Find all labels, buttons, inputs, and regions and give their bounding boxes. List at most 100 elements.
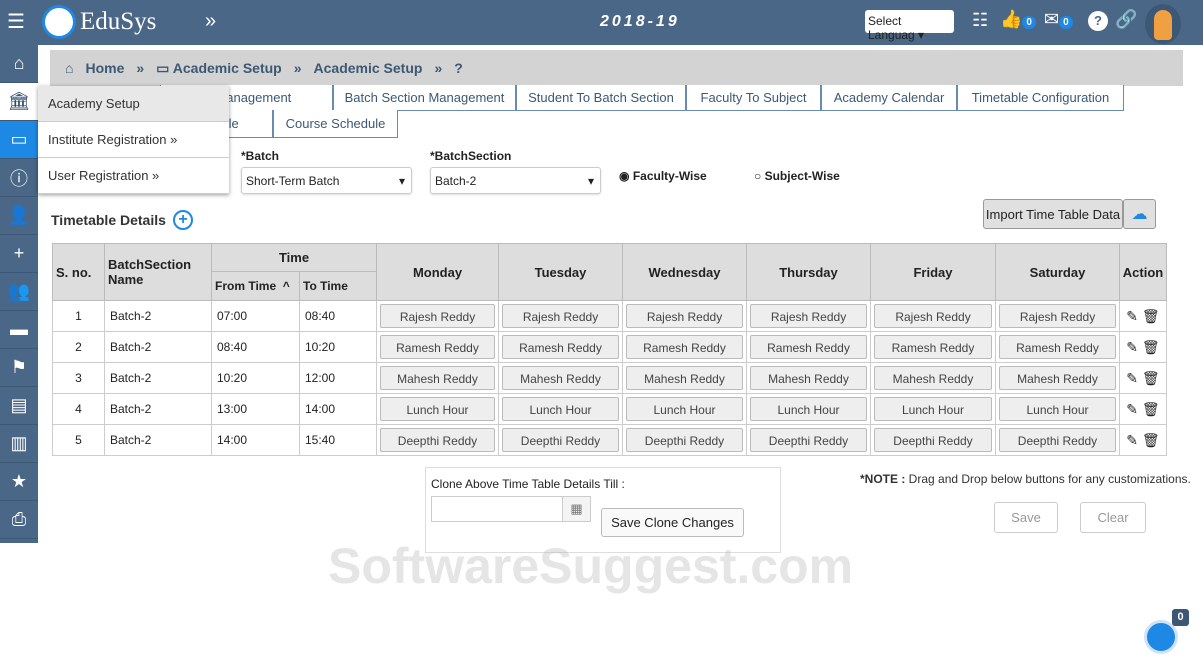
faculty-slot-button[interactable]: Ramesh Reddy <box>380 335 495 359</box>
star-icon[interactable]: ★ <box>0 463 38 501</box>
faculty-slot-button[interactable]: Rajesh Reddy <box>626 304 743 328</box>
faculty-slot-button[interactable]: Rajesh Reddy <box>750 304 867 328</box>
trash-icon[interactable]: 🗑 <box>1142 432 1160 448</box>
language-select[interactable]: Select Languag ▾ <box>865 10 954 42</box>
breadcrumb-separator: » <box>434 60 443 76</box>
calendar-icon[interactable]: ▦ <box>562 496 591 522</box>
breadcrumb-home[interactable]: Home <box>85 60 124 76</box>
trash-icon[interactable]: 🗑 <box>1142 339 1160 355</box>
col-time: Time <box>211 243 377 272</box>
clear-button[interactable]: Clear <box>1080 502 1146 533</box>
help-icon[interactable]: ? <box>1088 11 1108 31</box>
avatar[interactable] <box>1145 4 1181 44</box>
users-icon[interactable]: 👥 <box>0 273 38 311</box>
hamburger-menu-icon[interactable]: ☰ <box>7 12 25 32</box>
cell-batch-section: Batch-2 <box>104 331 212 363</box>
info-icon[interactable]: ⓘ <box>0 159 38 197</box>
cell-day: Mahesh Reddy <box>622 362 747 394</box>
app-name: EduSys <box>80 8 157 35</box>
faculty-slot-button[interactable]: Rajesh Reddy <box>999 304 1116 328</box>
col-from-time[interactable]: From Time ^ <box>211 271 300 301</box>
print-icon[interactable]: ⎙ <box>0 501 38 539</box>
faculty-slot-button[interactable]: Ramesh Reddy <box>750 335 867 359</box>
breadcrumb-academic-setup[interactable]: ▭ Academic Setup <box>156 60 282 77</box>
link-icon[interactable]: 🔗 <box>1115 9 1137 30</box>
faculty-slot-button[interactable]: Lunch Hour <box>750 397 867 421</box>
cell-day: Lunch Hour <box>746 393 871 425</box>
save-button[interactable]: Save <box>994 502 1058 533</box>
faculty-slot-button[interactable]: Deepthi Reddy <box>502 428 619 452</box>
add-row-icon[interactable]: + <box>173 210 193 230</box>
faculty-slot-button[interactable]: Lunch Hour <box>380 397 495 421</box>
monitor-icon[interactable]: ▭ <box>0 121 38 159</box>
faculty-slot-button[interactable]: Mahesh Reddy <box>999 366 1116 390</box>
import-timetable-button[interactable]: Import Time Table Data <box>983 199 1123 229</box>
document-icon[interactable]: ▤ <box>0 387 38 425</box>
bank-icon[interactable]: 🏛 <box>0 83 38 121</box>
faculty-slot-button[interactable]: Deepthi Reddy <box>626 428 743 452</box>
batch-select[interactable]: Short-Term Batch ▾ <box>241 167 412 194</box>
faculty-slot-button[interactable]: Mahesh Reddy <box>626 366 743 390</box>
edit-pencil-icon[interactable]: ✎ <box>1126 308 1138 324</box>
faculty-wise-radio[interactable]: ◉ Faculty-Wise <box>619 169 707 183</box>
batch-section-select[interactable]: Batch-2 ▾ <box>430 167 601 194</box>
menu-item-user-registration[interactable]: User Registration » <box>38 158 229 194</box>
user-icon[interactable]: 👤 <box>0 197 38 235</box>
faculty-slot-button[interactable]: Mahesh Reddy <box>502 366 619 390</box>
cell-day: Mahesh Reddy <box>746 362 871 394</box>
trash-icon[interactable]: 🗑 <box>1142 308 1160 324</box>
trash-icon[interactable]: 🗑 <box>1142 370 1160 386</box>
faculty-slot-button[interactable]: Ramesh Reddy <box>999 335 1116 359</box>
indent-icon[interactable]: ☷ <box>972 10 988 31</box>
expand-icon[interactable]: » <box>205 10 216 33</box>
add-user-icon[interactable]: + <box>0 235 38 273</box>
faculty-slot-button[interactable]: Lunch Hour <box>999 397 1116 421</box>
faculty-slot-button[interactable]: Rajesh Reddy <box>380 304 495 328</box>
edit-pencil-icon[interactable]: ✎ <box>1126 370 1138 386</box>
tab-course-schedule[interactable]: Course Schedule <box>273 110 398 138</box>
edit-pencil-icon[interactable]: ✎ <box>1126 432 1138 448</box>
tab-timetable-configuration[interactable]: Timetable Configuration <box>957 85 1124 111</box>
breadcrumb-help[interactable]: ? <box>454 60 463 76</box>
faculty-slot-button[interactable]: Mahesh Reddy <box>380 366 495 390</box>
tab-academy-calendar[interactable]: Academy Calendar <box>821 85 957 111</box>
faculty-slot-button[interactable]: Deepthi Reddy <box>999 428 1116 452</box>
edit-pencil-icon[interactable]: ✎ <box>1126 401 1138 417</box>
table-row: 2 Batch-2 08:40 10:20 Ramesh Reddy Ramesh … <box>52 331 1167 363</box>
sort-up-icon: ^ <box>282 279 290 293</box>
faculty-slot-button[interactable]: Rajesh Reddy <box>874 304 992 328</box>
thumbs-up-icon[interactable]: 👍 0 <box>1000 9 1036 30</box>
faculty-slot-button[interactable]: Lunch Hour <box>502 397 619 421</box>
faculty-slot-button[interactable]: Lunch Hour <box>874 397 992 421</box>
faculty-slot-button[interactable]: Deepthi Reddy <box>874 428 992 452</box>
save-clone-changes-button[interactable]: Save Clone Changes <box>601 508 744 537</box>
tab-faculty-to-subject[interactable]: Faculty To Subject <box>686 85 821 111</box>
batch-section-label: *BatchSection <box>430 149 512 163</box>
faculty-slot-button[interactable]: Ramesh Reddy <box>874 335 992 359</box>
faculty-slot-button[interactable]: Mahesh Reddy <box>750 366 867 390</box>
tab-batch-section-management[interactable]: Batch Section Management <box>333 85 516 111</box>
tab-student-to-batch-section[interactable]: Student To Batch Section <box>516 85 686 111</box>
subject-wise-radio[interactable]: ○ Subject-Wise <box>754 169 840 183</box>
edit-pencil-icon[interactable]: ✎ <box>1126 339 1138 355</box>
faculty-slot-button[interactable]: Deepthi Reddy <box>750 428 867 452</box>
faculty-slot-button[interactable]: Lunch Hour <box>626 397 743 421</box>
cell-action: ✎ 🗑 <box>1119 393 1167 425</box>
faculty-slot-button[interactable]: Mahesh Reddy <box>874 366 992 390</box>
book-icon[interactable]: ▥ <box>0 425 38 463</box>
card-icon[interactable]: ▬ <box>0 311 38 349</box>
cell-day: Mahesh Reddy <box>498 362 623 394</box>
menu-item-academy-setup[interactable]: Academy Setup <box>38 86 229 122</box>
trash-icon[interactable]: 🗑 <box>1142 401 1160 417</box>
menu-item-institute-registration[interactable]: Institute Registration » <box>38 122 229 158</box>
faculty-slot-button[interactable]: Deepthi Reddy <box>380 428 495 452</box>
faculty-slot-button[interactable]: Ramesh Reddy <box>502 335 619 359</box>
col-batch-section: BatchSection Name <box>104 243 212 301</box>
faculty-slot-button[interactable]: Ramesh Reddy <box>626 335 743 359</box>
mail-icon[interactable]: ✉ 0 <box>1044 9 1073 30</box>
faculty-slot-button[interactable]: Rajesh Reddy <box>502 304 619 328</box>
cell-day: Rajesh Reddy <box>498 300 623 332</box>
cloud-upload-icon[interactable]: ☁ <box>1123 199 1156 229</box>
home-icon[interactable]: ⌂ <box>0 45 38 83</box>
flag-icon[interactable]: ⚑ <box>0 349 38 387</box>
